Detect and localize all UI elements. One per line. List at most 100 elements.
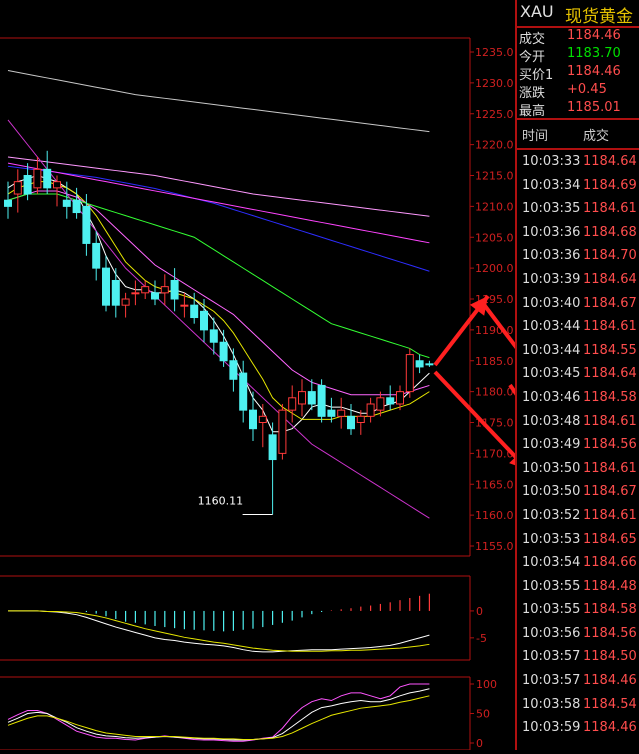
candle-body	[141, 286, 150, 294]
tick-time: 10:03:50	[522, 484, 581, 500]
candle-body	[102, 267, 110, 306]
tick-row[interactable]: 10:03:48 1184.61	[517, 410, 639, 434]
chart-svg[interactable]: 1235.0 1230.0 1225.0 1220.0 1215.0 1210.0 1205…	[0, 0, 636, 751]
tick-price: 1184.67	[583, 295, 637, 311]
tick-time: 10:03:50	[522, 460, 581, 476]
tick-price: 1184.66	[583, 555, 637, 571]
tick-price: 1184.55	[583, 342, 637, 358]
tick-price: 1184.69	[583, 177, 637, 193]
candle-body	[23, 175, 32, 195]
candle-body	[160, 286, 169, 294]
tick-row[interactable]: 10:03:55 1184.48	[517, 575, 639, 599]
kline-chart-area[interactable]: 1235.0 1230.0 1225.0 1220.0 1215.0 1210.0 1205…	[0, 0, 636, 751]
tick-list[interactable]: 10:03:33 1184.64 10:03:34 1184.69 10:03:35 11…	[517, 150, 639, 740]
quote-label: 成交	[519, 32, 546, 47]
tick-row[interactable]: 10:03:56 1184.56	[517, 622, 639, 646]
tick-time: 10:03:53	[522, 531, 581, 547]
candle-body	[347, 415, 355, 430]
quote-row: 今开 1183.70	[517, 46, 639, 65]
tick-row[interactable]: 10:03:34 1184.69	[517, 174, 639, 198]
candle-body	[92, 242, 101, 269]
tick-row[interactable]: 10:03:46 1184.58	[517, 386, 639, 410]
tick-row[interactable]: 10:03:35 1184.61	[517, 197, 639, 221]
tick-row[interactable]: 10:03:36 1184.70	[517, 244, 639, 268]
tick-time: 10:03:57	[522, 649, 581, 665]
candle-body	[249, 409, 257, 430]
y-tick-label: 1225.0	[475, 108, 514, 121]
tick-row[interactable]: 10:03:39 1184.64	[517, 268, 639, 292]
tick-row[interactable]: 10:03:44 1184.61	[517, 315, 639, 339]
tick-time: 10:03:45	[522, 366, 581, 382]
tick-time: 10:03:59	[522, 720, 581, 736]
candle-body	[209, 329, 218, 343]
tick-time: 10:03:40	[522, 295, 581, 311]
tick-time: 10:03:46	[522, 389, 581, 405]
candle-body	[180, 304, 189, 307]
tick-price: 1184.68	[583, 224, 637, 240]
tick-time: 10:03:44	[522, 319, 581, 335]
moving-average-line	[7, 193, 430, 359]
moving-average-line	[7, 181, 430, 420]
candle-body	[386, 397, 395, 405]
moving-average-line	[7, 156, 430, 217]
tick-row[interactable]: 10:03:50 1184.61	[517, 457, 639, 481]
tick-row[interactable]: 10:03:57 1184.50	[517, 645, 639, 669]
candle-body	[298, 391, 306, 405]
y-tick-label: 1200.0	[475, 262, 514, 275]
moving-average-line	[7, 165, 430, 272]
tick-row[interactable]: 10:03:55 1184.58	[517, 598, 639, 622]
candle-body	[278, 409, 287, 454]
tick-row[interactable]: 10:03:57 1184.46	[517, 669, 639, 693]
tick-price: 1184.61	[583, 201, 637, 217]
y-tick-label: 1205.0	[475, 231, 514, 244]
tick-row[interactable]: 10:03:59 1184.46	[517, 716, 639, 740]
quote-value: 1184.46	[567, 28, 621, 43]
candle-body	[200, 310, 208, 331]
candle-body	[239, 372, 248, 411]
quote-table: 成交 1184.46 今开 1183.70 买价1 1184.46 涨跌 +0.45 最…	[517, 28, 639, 119]
tick-row[interactable]: 10:03:52 1184.61	[517, 504, 639, 528]
low-annotation: 1160.11	[198, 494, 244, 507]
kdj-line	[7, 688, 430, 741]
quote-value: 1184.46	[567, 64, 621, 79]
y-tick-label: -5	[476, 632, 487, 645]
tick-time: 10:03:55	[522, 602, 581, 618]
candle-body	[425, 363, 434, 366]
tick-price: 1184.70	[583, 248, 637, 264]
y-tick-label: 1180.0	[475, 386, 514, 399]
tick-row[interactable]: 10:03:40 1184.67	[517, 292, 639, 316]
tick-price: 1184.61	[583, 460, 637, 476]
tick-time: 10:03:49	[522, 437, 581, 453]
candle-body	[190, 304, 199, 319]
tick-time: 10:03:52	[522, 507, 581, 523]
tick-price: 1184.67	[583, 484, 637, 500]
y-tick-label: 50	[476, 708, 490, 721]
tick-price: 1184.64	[583, 271, 637, 287]
tick-price: 1184.46	[583, 673, 637, 689]
y-tick-label: 0	[476, 605, 483, 618]
y-tick-label: 1220.0	[475, 139, 514, 152]
candle-body	[72, 199, 81, 214]
y-tick-label: 0	[476, 737, 483, 750]
tick-row[interactable]: 10:03:44 1184.55	[517, 339, 639, 363]
tick-row[interactable]: 10:03:53 1184.65	[517, 528, 639, 552]
candle-body	[396, 391, 404, 405]
tick-time: 10:03:35	[522, 201, 581, 217]
moving-average-line	[7, 119, 430, 519]
tick-row[interactable]: 10:03:54 1184.66	[517, 551, 639, 575]
tick-time: 10:03:39	[522, 271, 581, 287]
tick-row[interactable]: 10:03:45 1184.64	[517, 362, 639, 386]
tick-row[interactable]: 10:03:33 1184.64	[517, 150, 639, 174]
tick-row[interactable]: 10:03:36 1184.68	[517, 221, 639, 245]
tick-row[interactable]: 10:03:50 1184.67	[517, 480, 639, 504]
quote-label: 今开	[519, 50, 546, 65]
candle-body	[219, 341, 228, 362]
tick-price: 1184.61	[583, 319, 637, 335]
tick-price: 1184.48	[583, 578, 637, 594]
tick-row[interactable]: 10:03:49 1184.56	[517, 433, 639, 457]
tick-time: 10:03:57	[522, 673, 581, 689]
tick-row[interactable]: 10:03:58 1184.54	[517, 693, 639, 717]
candle-body	[53, 181, 61, 189]
quote-row: 涨跌 +0.45	[517, 82, 639, 101]
y-tick-label: 100	[476, 678, 497, 691]
